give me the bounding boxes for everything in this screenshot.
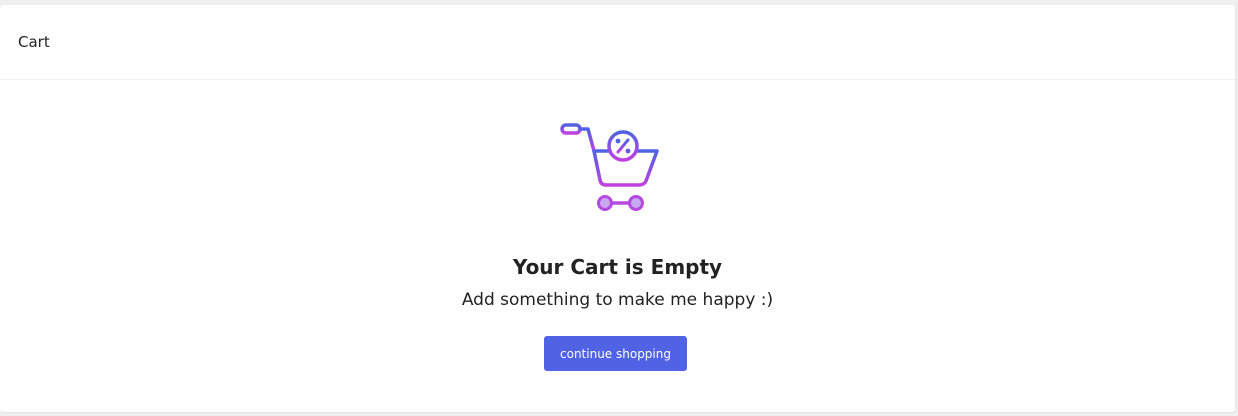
card-header: Cart [0,5,1235,80]
page-title: Cart [18,33,50,51]
empty-cart-title: Your Cart is Empty [512,255,723,279]
cart-card: Cart Your Cart is Empty Add something to… [0,5,1236,413]
empty-cart-subtitle: Add something to make me happy :) [461,290,774,310]
continue-shopping-button[interactable]: continue shopping [544,336,687,371]
shopping-cart-discount-icon [560,123,659,211]
